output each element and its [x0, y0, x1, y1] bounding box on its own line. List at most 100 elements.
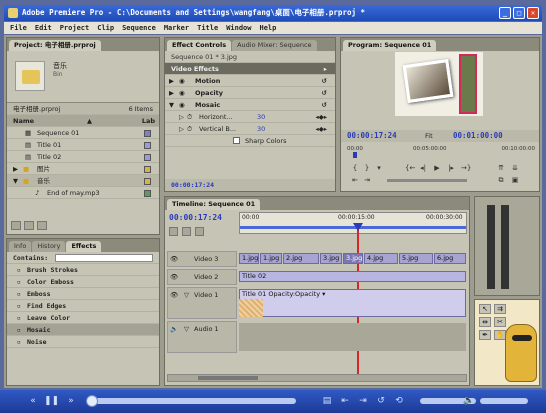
- menu-project[interactable]: Project: [60, 22, 90, 34]
- audio-track-area[interactable]: [239, 323, 466, 351]
- maximize-button[interactable]: □: [513, 7, 525, 19]
- program-ruler[interactable]: 00:00 00:05:00:00 00:10:00:00: [347, 146, 535, 158]
- sort-arrow-icon[interactable]: ▲: [87, 115, 92, 126]
- previous-icon[interactable]: ⇤: [338, 394, 352, 408]
- eye-icon[interactable]: 👁: [170, 252, 178, 266]
- zoom-slider[interactable]: [198, 376, 258, 380]
- track-select-tool-icon[interactable]: ⇉: [494, 304, 506, 314]
- fx-toggle-icon[interactable]: ◉: [179, 99, 185, 110]
- fit-dropdown[interactable]: Fit: [425, 130, 433, 142]
- set-marker-icon[interactable]: [182, 227, 191, 236]
- timeline-clip[interactable]: Title 02: [239, 271, 466, 282]
- expand-triangle-icon[interactable]: ▷: [179, 111, 184, 122]
- shuttle-slider[interactable]: [387, 179, 467, 182]
- play-icon[interactable]: ▶: [433, 164, 441, 172]
- menu-file[interactable]: File: [10, 22, 27, 34]
- effect-controls-timecode[interactable]: 00:00:17:24: [171, 181, 214, 189]
- list-item[interactable]: ▦ Sequence 01: [7, 127, 159, 139]
- expand-triangle-icon[interactable]: ▷: [179, 123, 184, 134]
- fx-toggle-icon[interactable]: ◉: [179, 87, 185, 98]
- timeline-clip[interactable]: 1.jpg: [239, 253, 259, 264]
- fx-toggle-icon[interactable]: ◉: [179, 75, 185, 86]
- column-label-header[interactable]: Lab: [142, 115, 155, 126]
- list-item[interactable]: ▶ ■ 图片: [7, 163, 159, 175]
- tab-info[interactable]: Info: [9, 241, 32, 252]
- work-area-bar[interactable]: [240, 226, 466, 229]
- track-header[interactable]: 👁 Video 2: [167, 269, 237, 285]
- contains-search-input[interactable]: [55, 254, 153, 262]
- list-item[interactable]: ▤ Title 02: [7, 151, 159, 163]
- motion-effect-row[interactable]: ▶ ◉ Motion ↺: [165, 75, 335, 87]
- new-bin-icon[interactable]: [37, 221, 47, 230]
- list-view-icon[interactable]: [11, 221, 21, 230]
- tab-audio-mixer[interactable]: Audio Mixer: Sequence: [232, 40, 317, 51]
- list-item[interactable]: ▫ Noise: [7, 336, 159, 348]
- track-header[interactable]: 🔊 ▽ Audio 1: [167, 321, 237, 353]
- timeline-clip[interactable]: 6.jpg: [434, 253, 466, 264]
- list-item[interactable]: ▫ Brush Strokes: [7, 264, 159, 276]
- list-item[interactable]: ▼ ■ 音乐: [7, 175, 159, 187]
- ripple-edit-tool-icon[interactable]: ⇹: [479, 317, 491, 327]
- snap-icon[interactable]: [169, 227, 178, 236]
- pause-icon[interactable]: ❚❚: [44, 394, 59, 408]
- timeline-timecode[interactable]: 00:00:17:24: [169, 213, 222, 222]
- list-item[interactable]: ▫ Emboss: [7, 288, 159, 300]
- stopwatch-icon[interactable]: ⏱: [187, 123, 192, 134]
- sharp-colors-checkbox[interactable]: [233, 137, 240, 144]
- lift-icon[interactable]: ⇈: [497, 164, 505, 172]
- collapse-triangle-icon[interactable]: ▽: [184, 322, 189, 336]
- timeline-clip[interactable]: 1.jpg: [260, 253, 282, 264]
- list-item[interactable]: ▫ Mosaic: [7, 324, 159, 336]
- collapse-triangle-icon[interactable]: ▼: [169, 99, 174, 110]
- selection-tool-icon[interactable]: ↖: [479, 304, 491, 314]
- rewind-icon[interactable]: «: [24, 394, 42, 408]
- export-frame-icon[interactable]: ▣: [511, 176, 519, 184]
- program-current-timecode[interactable]: 00:00:17:24: [347, 131, 397, 140]
- track-header[interactable]: 👁 Video 3: [167, 251, 237, 267]
- reset-icon[interactable]: ↺: [322, 87, 327, 98]
- menu-title[interactable]: Title: [197, 22, 218, 34]
- column-name-header[interactable]: Name: [13, 117, 34, 125]
- timeline-clip[interactable]: 5.jpg: [399, 253, 433, 264]
- menu-window[interactable]: Window: [226, 22, 251, 34]
- tab-history[interactable]: History: [32, 241, 66, 252]
- extract-icon[interactable]: ⇊: [511, 164, 519, 172]
- next-icon[interactable]: ⇥: [356, 394, 370, 408]
- fast-forward-icon[interactable]: »: [64, 394, 78, 408]
- tab-effect-controls[interactable]: Effect Controls: [167, 40, 232, 51]
- volume-icon[interactable]: 🔈: [462, 394, 476, 408]
- minimize-button[interactable]: _: [499, 7, 511, 19]
- list-item[interactable]: ▤ Title 01: [7, 139, 159, 151]
- list-item[interactable]: ♪ End of may.mp3: [7, 187, 159, 199]
- menu-marker[interactable]: Marker: [164, 22, 189, 34]
- timeline-clip[interactable]: 4.jpg: [364, 253, 398, 264]
- timeline-clip[interactable]: 3.jpg: [320, 253, 342, 264]
- razor-tool-icon[interactable]: ✂: [494, 317, 506, 327]
- opacity-effect-row[interactable]: ▶ ◉ Opacity ↺: [165, 87, 335, 99]
- keyframe-nav-icon[interactable]: ◂◆▸: [315, 123, 327, 134]
- tab-effects[interactable]: Effects: [66, 241, 102, 252]
- timeline-scrollbar[interactable]: [167, 374, 467, 382]
- go-to-previous-edit-icon[interactable]: ⇤: [351, 176, 359, 184]
- horizontal-blocks-value[interactable]: 30: [257, 111, 265, 122]
- tab-project[interactable]: Project: 电子相册.prproj: [9, 40, 101, 51]
- icon-view-icon[interactable]: [24, 221, 34, 230]
- go-to-next-edit-icon[interactable]: ⇥: [363, 176, 371, 184]
- go-to-in-icon[interactable]: {←: [405, 164, 415, 172]
- loop-icon[interactable]: ↺: [374, 394, 388, 408]
- reset-icon[interactable]: ↺: [322, 75, 327, 86]
- marker-icon[interactable]: ▾: [375, 164, 383, 172]
- repeat-icon[interactable]: ⟲: [392, 394, 406, 408]
- progress-knob[interactable]: [86, 395, 98, 407]
- menu-clip[interactable]: Clip: [97, 22, 114, 34]
- eye-icon[interactable]: 👁: [170, 288, 178, 302]
- effect-menu-icon[interactable]: ▸: [324, 63, 327, 74]
- trim-icon[interactable]: ⧉: [497, 176, 505, 184]
- expand-triangle-icon[interactable]: ▶: [13, 163, 18, 174]
- collapse-triangle-icon[interactable]: ▽: [184, 288, 189, 302]
- expand-triangle-icon[interactable]: ▶: [169, 75, 174, 86]
- tab-timeline[interactable]: Timeline: Sequence 01: [167, 199, 261, 210]
- menu-edit[interactable]: Edit: [35, 22, 52, 34]
- keyframe-nav-icon[interactable]: ◂◆▸: [315, 111, 327, 122]
- set-encore-marker-icon[interactable]: [195, 227, 204, 236]
